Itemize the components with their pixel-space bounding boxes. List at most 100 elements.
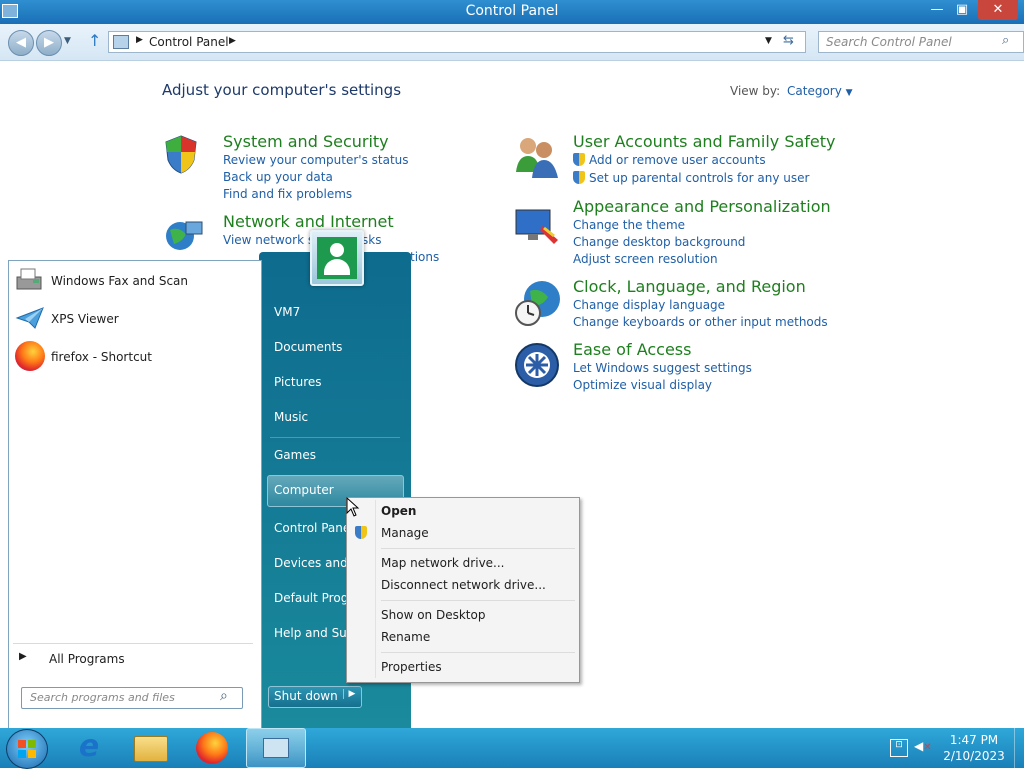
link-back-up[interactable]: Back up your data	[223, 170, 333, 184]
view-by-label: View by:	[730, 84, 781, 98]
link-change-background[interactable]: Change desktop background	[573, 235, 745, 249]
pinned-windows-fax-and-scan[interactable]: Windows Fax and Scan	[13, 263, 257, 297]
link-find-fix[interactable]: Find and fix problems	[223, 187, 352, 201]
link-network-tasks[interactable]: sks	[362, 233, 381, 247]
category-appearance-personalization[interactable]: Appearance and Personalization	[573, 197, 831, 216]
pinned-firefox-shortcut[interactable]: firefox - Shortcut	[13, 339, 257, 373]
shutdown-options-arrow-icon[interactable]: ▶	[343, 689, 360, 699]
computer-context-menu: Open Manage Map network drive... Disconn…	[346, 497, 580, 683]
start-item-documents[interactable]: Documents	[274, 335, 404, 359]
start-search-placeholder: Search programs and files	[30, 691, 175, 704]
network-tray-icon[interactable]: ⊡	[890, 739, 908, 757]
context-show-on-desktop[interactable]: Show on Desktop	[381, 604, 571, 626]
link-network-options[interactable]: tions	[410, 250, 439, 264]
clock-date[interactable]: 2/10/2023	[940, 749, 1008, 763]
breadcrumb-chevron-icon[interactable]: ▶	[229, 36, 236, 46]
context-map-network-drive[interactable]: Map network drive...	[381, 552, 571, 574]
address-toolbar: ◀ ▶ ▼ ↑ ▶ Control Panel ▶ ▼ ⇆ Search Con…	[0, 24, 1024, 61]
context-disconnect-network-drive[interactable]: Disconnect network drive...	[381, 574, 571, 596]
pinned-xps-viewer[interactable]: XPS Viewer	[13, 301, 257, 335]
start-item-pictures[interactable]: Pictures	[274, 370, 404, 394]
link-change-keyboards[interactable]: Change keyboards or other input methods	[573, 315, 828, 329]
context-properties[interactable]: Properties	[381, 656, 571, 678]
clock-globe-icon	[514, 279, 562, 327]
file-explorer-taskbar-icon[interactable]	[134, 736, 168, 762]
link-review-status[interactable]: Review your computer's status	[223, 153, 409, 167]
show-desktop-button[interactable]	[1014, 728, 1024, 768]
address-dropdown-icon[interactable]: ▼	[765, 36, 772, 46]
start-item-help-support[interactable]: Help and Sup	[274, 621, 346, 645]
link-adjust-resolution[interactable]: Adjust screen resolution	[573, 252, 718, 266]
start-button[interactable]	[6, 729, 48, 769]
search-icon[interactable]: ⌕	[220, 688, 228, 704]
start-item-music[interactable]: Music	[274, 405, 404, 429]
mouse-cursor-icon	[346, 496, 360, 517]
close-button[interactable]: ✕	[978, 0, 1018, 20]
uac-shield-icon	[573, 153, 585, 166]
appearance-icon	[514, 206, 560, 246]
start-item-devices-printers[interactable]: Devices and P	[274, 551, 346, 575]
breadcrumb-control-panel[interactable]: Control Panel	[149, 35, 229, 49]
start-item-default-programs[interactable]: Default Progra	[274, 586, 346, 610]
clock-time[interactable]: 1:47 PM	[944, 733, 1004, 747]
context-open[interactable]: Open	[381, 500, 571, 522]
uac-shield-icon	[573, 171, 585, 184]
start-item-control-panel[interactable]: Control Panel	[274, 516, 346, 540]
internet-explorer-taskbar-icon[interactable]: e	[72, 732, 106, 764]
xps-icon	[15, 306, 45, 330]
uac-shield-icon	[355, 526, 367, 539]
control-panel-taskbar-button[interactable]	[246, 728, 306, 768]
category-ease-of-access[interactable]: Ease of Access	[573, 340, 691, 359]
maximize-button[interactable]: ▣	[947, 0, 977, 20]
users-icon	[514, 134, 560, 178]
window-title-bar: Control Panel — ▣ ✕	[0, 0, 1024, 24]
category-clock-language-region[interactable]: Clock, Language, and Region	[573, 277, 806, 296]
forward-button[interactable]: ▶	[36, 30, 62, 56]
link-change-theme[interactable]: Change the theme	[573, 218, 685, 232]
link-display-language[interactable]: Change display language	[573, 298, 725, 312]
category-network-and-internet[interactable]: Network and Internet	[223, 212, 394, 231]
start-menu-separator	[270, 437, 400, 438]
dropdown-arrow-icon: ▼	[845, 88, 853, 98]
context-separator	[381, 652, 575, 653]
link-windows-suggest-settings[interactable]: Let Windows suggest settings	[573, 361, 752, 375]
back-button[interactable]: ◀	[8, 30, 34, 56]
pinned-label: XPS Viewer	[51, 312, 119, 326]
category-user-accounts[interactable]: User Accounts and Family Safety	[573, 132, 836, 151]
category-system-and-security[interactable]: System and Security	[223, 132, 389, 151]
taskbar: e ⊡ ◀✕ 1:47 PM 2/10/2023	[0, 728, 1024, 769]
context-separator	[381, 548, 575, 549]
shield-icon	[164, 134, 198, 174]
address-bar[interactable]: ▶ Control Panel ▶ ▼ ⇆	[108, 31, 806, 53]
view-by-value: Category	[787, 84, 842, 98]
start-search-input[interactable]: Search programs and files ⌕	[21, 687, 243, 709]
context-manage[interactable]: Manage	[381, 522, 571, 544]
recent-pages-dropdown-icon[interactable]: ▼	[64, 36, 71, 46]
search-control-panel-input[interactable]: Search Control Panel ⌕	[818, 31, 1024, 53]
pinned-label: firefox - Shortcut	[51, 350, 152, 364]
arrow-right-icon: ▶	[19, 651, 27, 662]
up-arrow-icon[interactable]: ↑	[88, 31, 101, 50]
start-item-vm7[interactable]: VM7	[274, 300, 404, 324]
search-placeholder: Search Control Panel	[826, 35, 952, 49]
pinned-label: Windows Fax and Scan	[51, 274, 189, 288]
shutdown-button[interactable]: Shut down ▶	[268, 686, 362, 708]
link-optimize-visual-display[interactable]: Optimize visual display	[573, 378, 712, 392]
refresh-icon[interactable]: ⇆	[783, 33, 794, 48]
all-programs-button[interactable]: ▶ All Programs	[13, 647, 253, 671]
user-avatar-image	[317, 237, 357, 279]
firefox-taskbar-icon[interactable]	[196, 732, 228, 764]
firefox-icon	[15, 341, 45, 371]
volume-muted-tray-icon[interactable]: ◀✕	[914, 739, 932, 755]
link-add-remove-users[interactable]: Add or remove user accounts	[589, 153, 766, 167]
control-panel-icon	[113, 35, 129, 49]
search-icon[interactable]: ⌕	[1002, 33, 1009, 48]
view-by-dropdown[interactable]: Category ▼	[787, 84, 853, 98]
user-avatar[interactable]	[310, 230, 364, 286]
link-parental-controls[interactable]: Set up parental controls for any user	[589, 171, 809, 185]
start-item-games[interactable]: Games	[274, 443, 404, 467]
context-rename[interactable]: Rename	[381, 626, 571, 648]
breadcrumb-separator-icon: ▶	[136, 35, 143, 45]
ease-of-access-icon	[514, 342, 560, 388]
network-icon	[164, 216, 204, 252]
